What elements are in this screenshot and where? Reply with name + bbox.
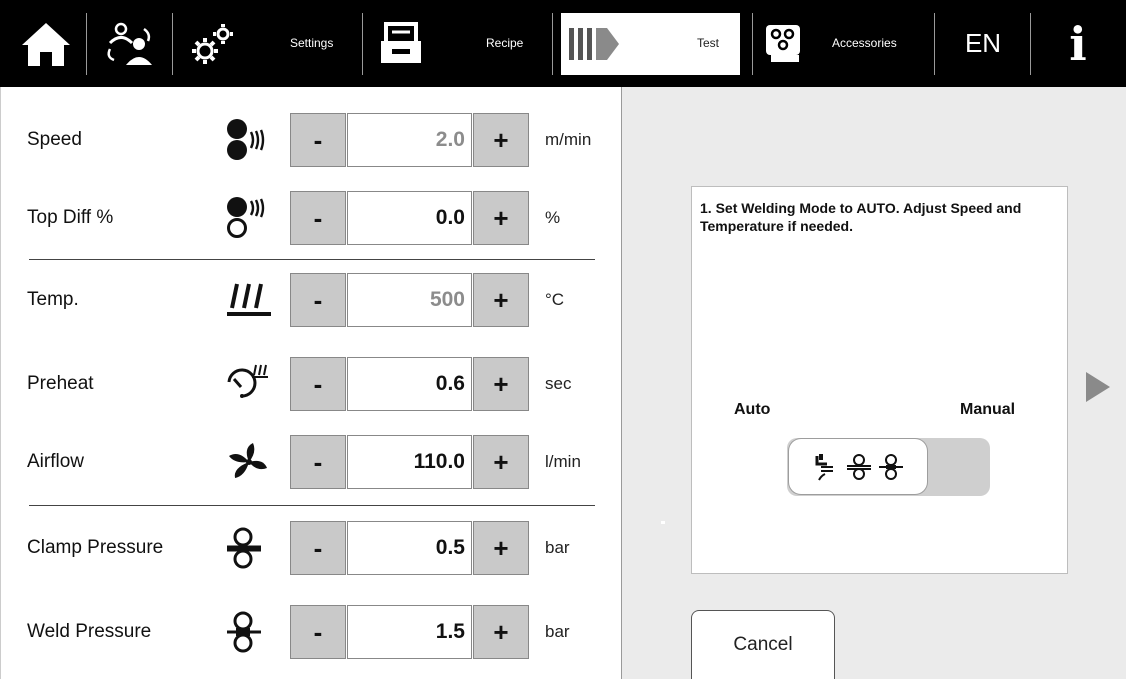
speed-increase-button[interactable]: +: [473, 113, 529, 167]
param-row-speed: Speed - 2.0 + m/min: [1, 109, 621, 171]
param-unit: l/min: [545, 452, 581, 471]
param-label: Airflow: [27, 451, 85, 472]
param-row-temperature: Temp. - 500 + °C: [1, 269, 621, 331]
nav-test-label: Test: [697, 36, 720, 50]
nav-recipe-label: Recipe: [486, 36, 524, 50]
airflow-decrease-button[interactable]: -: [290, 435, 346, 489]
param-label: Clamp Pressure: [27, 537, 164, 558]
param-unit: m/min: [545, 130, 592, 149]
param-unit: sec: [545, 374, 572, 393]
clamp-pressure-increase-button[interactable]: +: [473, 521, 529, 575]
nav-test-button[interactable]: Test: [561, 13, 740, 75]
nav-settings-label: Settings: [290, 36, 334, 50]
clamp-pressure-icon: [227, 527, 261, 569]
language-label: EN: [964, 28, 1002, 58]
weld-pressure-value-field[interactable]: 1.5: [347, 605, 472, 659]
param-row-airflow: Airflow - 110.0 + l/min: [1, 431, 621, 493]
param-row-clamp-pressure: Clamp Pressure - 0.5 + bar: [1, 517, 621, 579]
nav-home-button[interactable]: [18, 0, 78, 87]
param-label: Top Diff %: [27, 207, 114, 228]
nav-user-mode-button[interactable]: [104, 0, 160, 87]
param-label: Preheat: [27, 373, 94, 394]
preheat-decrease-button[interactable]: -: [290, 357, 346, 411]
speed-icon: [227, 119, 265, 160]
section-divider: [29, 259, 595, 260]
instruction-text: 1. Set Welding Mode to AUTO. Adjust Spee…: [700, 200, 1022, 234]
preheat-icon: [227, 364, 268, 398]
weld-pressure-increase-button[interactable]: +: [473, 605, 529, 659]
info-button[interactable]: i: [1048, 0, 1108, 87]
recipe-icon: [381, 21, 421, 63]
temperature-decrease-button[interactable]: -: [290, 273, 346, 327]
param-row-weld-pressure: Weld Pressure - 1.5 + bar: [1, 601, 621, 663]
weld-roller-icon: [879, 453, 903, 480]
instruction-panel: 1. Set Welding Mode to AUTO. Adjust Spee…: [622, 87, 1126, 679]
clamp-pressure-decrease-button[interactable]: -: [290, 521, 346, 575]
top-diff-decrease-button[interactable]: -: [290, 191, 346, 245]
param-unit: bar: [545, 538, 570, 557]
gears-icon: [192, 23, 233, 64]
param-label: Speed: [27, 129, 82, 150]
section-divider: [29, 505, 595, 506]
temperature-icon: [227, 283, 271, 316]
weld-pressure-decrease-button[interactable]: -: [290, 605, 346, 659]
nav-settings-button[interactable]: Settings: [188, 0, 360, 87]
top-navigation-bar: Settings Recipe Test Accessories EN i: [0, 0, 1126, 87]
param-unit: bar: [545, 622, 570, 641]
info-icon: i: [1069, 16, 1087, 71]
top-diff-icon: [227, 197, 265, 238]
param-label: Temp.: [27, 289, 79, 310]
param-unit: %: [545, 208, 561, 227]
welding-mode-toggle-knob[interactable]: [789, 439, 927, 494]
accessories-icon: [766, 24, 800, 62]
preheat-increase-button[interactable]: +: [473, 357, 529, 411]
user-mode-icon: [107, 22, 152, 65]
speed-value-field[interactable]: 2.0: [347, 113, 472, 167]
clamp-pressure-value-field[interactable]: 0.5: [347, 521, 472, 575]
temperature-increase-button[interactable]: +: [473, 273, 529, 327]
clamp-roller-icon: [847, 453, 871, 480]
speed-decrease-button[interactable]: -: [290, 113, 346, 167]
top-diff-increase-button[interactable]: +: [473, 191, 529, 245]
param-row-preheat: Preheat - 0.6 + sec: [1, 353, 621, 415]
mode-auto-label: Auto: [734, 401, 771, 418]
nav-recipe-button[interactable]: Recipe: [378, 0, 548, 87]
mode-manual-label: Manual: [960, 401, 1016, 418]
instruction-card: 1. Set Welding Mode to AUTO. Adjust Spee…: [691, 186, 1068, 574]
airflow-value-field[interactable]: 110.0: [347, 435, 472, 489]
language-button[interactable]: EN: [948, 0, 1018, 87]
preheat-value-field[interactable]: 0.6: [347, 357, 472, 411]
next-step-arrow-icon[interactable]: [1084, 370, 1112, 404]
param-label: Weld Pressure: [27, 621, 152, 642]
test-arrow-icon: [569, 28, 619, 60]
temperature-value-field[interactable]: 500: [347, 273, 472, 327]
parameters-panel: Speed - 2.0 + m/min Top Diff % - 0.0 + %…: [0, 87, 623, 679]
nav-accessories-label: Accessories: [832, 36, 897, 50]
param-row-top-diff: Top Diff % - 0.0 + %: [1, 187, 621, 249]
top-diff-value-field[interactable]: 0.0: [347, 191, 472, 245]
weld-pressure-icon: [227, 611, 261, 653]
cancel-button[interactable]: Cancel: [691, 610, 835, 679]
nav-accessories-button[interactable]: Accessories: [762, 0, 930, 87]
param-unit: °C: [545, 290, 565, 309]
auto-mode-icon: [815, 453, 833, 480]
airflow-fan-icon: [229, 443, 267, 478]
home-icon: [22, 22, 70, 66]
airflow-increase-button[interactable]: +: [473, 435, 529, 489]
